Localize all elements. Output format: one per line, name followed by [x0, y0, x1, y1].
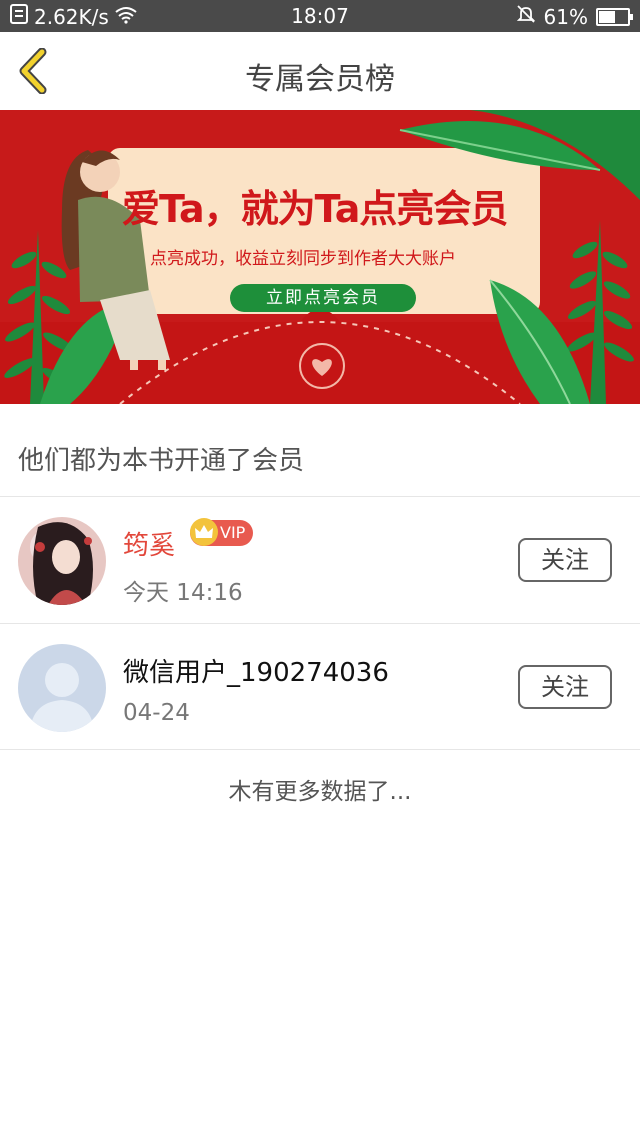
follow-button[interactable]: 关注 — [518, 538, 612, 582]
battery-fill — [599, 10, 615, 23]
list-item[interactable]: 筠奚 VIP 今天 14:16 关注 — [0, 497, 640, 623]
member-name: 筠奚 — [123, 531, 176, 561]
no-more-data-text: 木有更多数据了... — [228, 779, 412, 805]
join-time: 今天 14:16 — [123, 580, 243, 606]
follow-button[interactable]: 关注 — [518, 665, 612, 709]
banner-headline: 爱Ta，就为Ta点亮会员 — [122, 187, 508, 231]
join-time: 04-24 — [123, 700, 190, 726]
avatar[interactable] — [18, 517, 106, 605]
vip-label: VIP — [220, 523, 246, 542]
nav-header: 专属会员榜 — [0, 32, 640, 111]
page-title: 专属会员榜 — [245, 62, 395, 97]
light-up-membership-button[interactable]: 立即点亮会员 — [230, 284, 416, 312]
banner-subtitle: 点亮成功，收益立刻同步到作者大大账户 — [150, 249, 456, 269]
divider — [0, 749, 640, 750]
section-title: 他们都为本书开通了会员 — [18, 446, 305, 476]
battery-icon — [596, 7, 633, 26]
battery-percent: 61% — [543, 4, 588, 29]
silent-bell-icon — [516, 4, 536, 29]
membership-banner[interactable]: 爱Ta，就为Ta点亮会员 点亮成功，收益立刻同步到作者大大账户 立即点亮会员 — [0, 110, 640, 404]
crown-icon — [190, 518, 218, 546]
vip-badge: VIP — [190, 518, 254, 546]
avatar[interactable] — [18, 644, 106, 732]
status-bar: 2.62K/s 18:07 61% — [0, 0, 640, 32]
member-name: 微信用户_190274036 — [123, 658, 389, 688]
list-item[interactable]: 微信用户_190274036 04-24 关注 — [0, 624, 640, 750]
